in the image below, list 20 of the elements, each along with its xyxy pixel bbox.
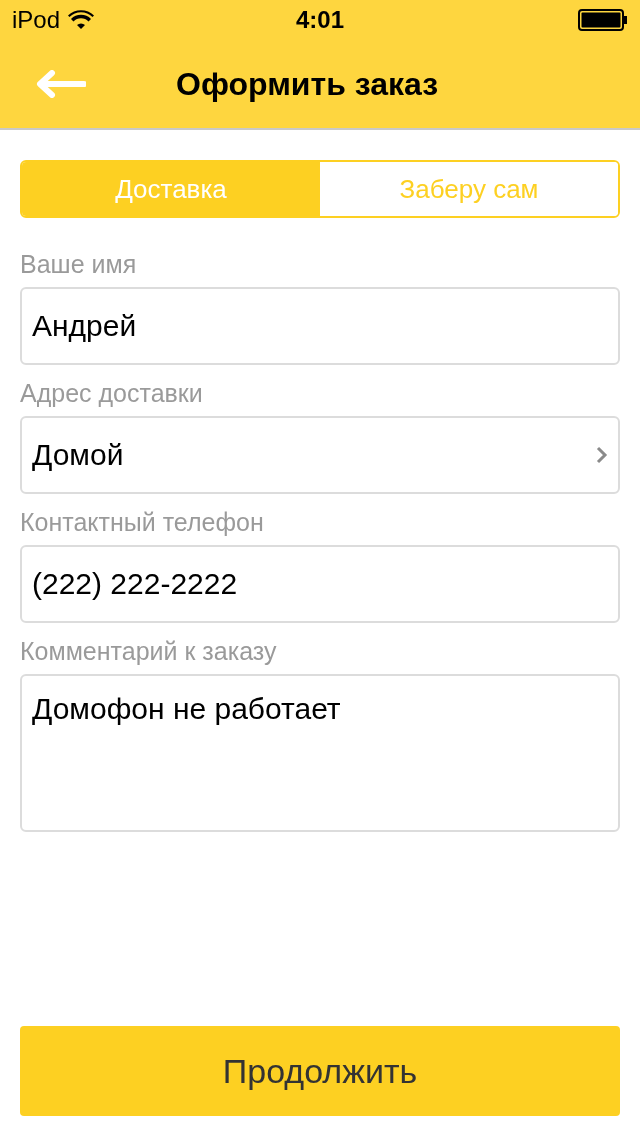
field-label: Адрес доставки <box>20 379 204 408</box>
screen-title: Оформить заказ <box>176 65 439 103</box>
field-value: Домой <box>32 438 124 472</box>
field-value: Домофон не работает <box>32 692 341 726</box>
wifi-icon <box>68 10 95 30</box>
field-label: Контактный телефон <box>20 508 265 537</box>
select-field[interactable]: Домой <box>20 416 620 494</box>
field-value: (222) 222-2222 <box>32 567 238 601</box>
input-field[interactable]: Андрей <box>20 287 620 365</box>
carrier-label: iPod <box>12 6 61 34</box>
field-label: Ваше имя <box>20 250 138 279</box>
chevron-icon <box>596 446 608 464</box>
battery-icon <box>578 9 628 31</box>
input-field[interactable]: (222) 222-2222 <box>20 545 620 623</box>
field-label: Комментарий к заказу <box>20 637 278 666</box>
status-time: 4:01 <box>296 6 344 34</box>
back-arrow-icon[interactable] <box>36 70 86 98</box>
continue-button[interactable]: Продолжить <box>20 1026 620 1116</box>
comment-field[interactable]: Домофон не работает <box>20 674 620 832</box>
field-value: Андрей <box>32 309 137 343</box>
